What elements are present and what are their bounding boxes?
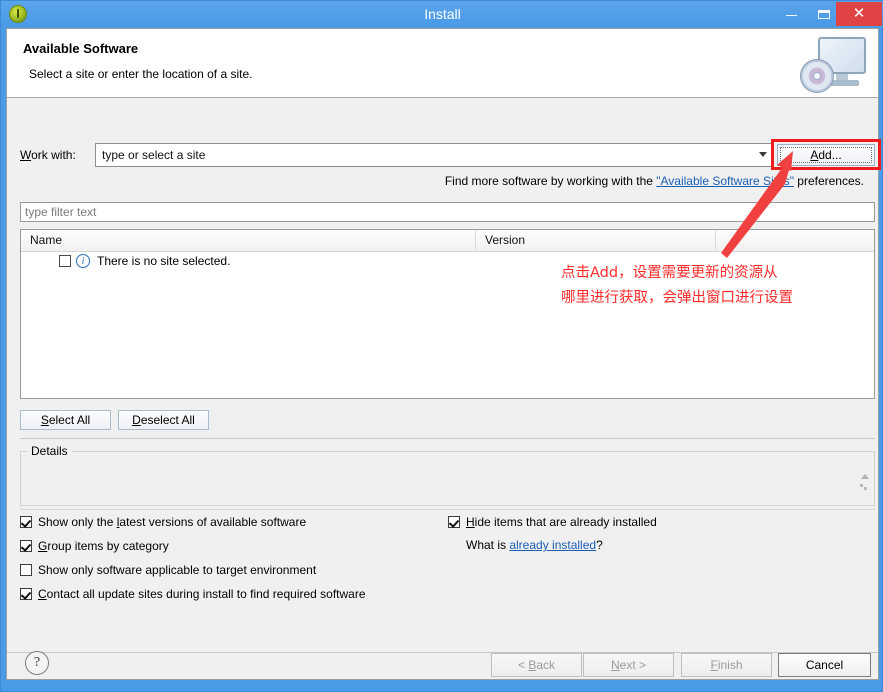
find-more-prefix: Find more software by working with the [444,174,657,188]
divider-bottom [20,509,875,510]
what-is-suffix: ? [596,538,603,552]
help-button[interactable]: ? [25,651,49,675]
back-button-label: < Back [517,658,556,672]
work-with-label: Work with: [20,148,76,162]
details-legend: Details [27,444,72,458]
page-title: Available Software [23,41,139,56]
checkbox[interactable] [20,540,32,552]
close-icon: ✕ [852,5,866,22]
checkbox[interactable] [20,588,32,600]
eclipse-icon [9,5,27,23]
resize-grip-icon[interactable] [859,474,869,496]
next-button[interactable]: Next > [583,653,674,677]
row-name: There is no site selected. [97,254,231,268]
option-label: Contact all update sites during install … [38,587,366,601]
select-all-label: Select All [40,413,91,427]
next-button-label: Next > [610,658,647,672]
title-bar: Install ✕ [1,1,883,27]
divider-top [20,438,875,439]
add-button[interactable]: Add... [777,144,875,166]
install-window: Install ✕ Available Software Select a si… [0,0,883,692]
option-label: Group items by category [38,539,169,553]
filter-input[interactable]: type filter text [20,202,875,222]
footer-bar: ? < Back Next > Finish Cancel [7,651,878,679]
close-button[interactable]: ✕ [836,2,882,26]
column-header-name[interactable]: Name [21,230,476,252]
page-subtitle: Select a site or enter the location of a… [29,67,253,81]
minimize-button[interactable] [775,2,809,26]
find-more-suffix: preferences. [793,174,864,188]
cancel-button[interactable]: Cancel [778,653,871,677]
checkbox[interactable] [448,516,460,528]
checkbox[interactable] [20,564,32,576]
column-header-blank[interactable] [716,230,874,252]
back-button[interactable]: < Back [491,653,582,677]
annotation-text: 点击Add，设置需要更新的资源从 哪里进行获取，会弹出窗口进行设置 [561,265,793,306]
available-software-sites-link[interactable]: "Available Software Sites" [656,174,794,188]
details-panel [20,451,875,506]
wizard-header: Available Software Select a site or ente… [7,29,878,98]
cancel-button-label: Cancel [805,658,844,672]
what-is-already-installed: What is already installed? [466,538,603,552]
option-label: Show only software applicable to target … [38,563,317,577]
deselect-all-label: Deselect All [132,413,195,427]
chevron-down-icon[interactable] [759,152,767,157]
finish-button-label: Finish [710,658,743,672]
work-with-placeholder: type or select a site [102,148,206,162]
option-label: Hide items that are already installed [466,515,657,529]
checkbox[interactable] [20,516,32,528]
deselect-all-button[interactable]: Deselect All [118,410,209,430]
option-label: Show only the latest versions of availab… [38,515,307,529]
monitor-cd-icon [798,31,870,95]
info-icon: i [76,254,90,268]
select-all-button[interactable]: Select All [20,410,111,430]
what-is-prefix: What is [466,538,510,552]
window-title: Install [424,6,461,22]
column-header-version[interactable]: Version [476,230,716,252]
row-checkbox[interactable] [59,255,71,267]
table-header-row: Name Version [21,230,874,252]
find-more-software-text: Find more software by working with the "… [445,174,864,188]
dialog-body: Available Software Select a site or ente… [6,28,881,680]
finish-button[interactable]: Finish [681,653,772,677]
work-with-input[interactable]: type or select a site [95,143,774,167]
filter-placeholder: type filter text [25,205,97,219]
focus-outline [780,147,872,163]
already-installed-link[interactable]: already installed [509,538,596,552]
software-tree-table[interactable]: Name Version i There is no site selected… [20,229,875,399]
